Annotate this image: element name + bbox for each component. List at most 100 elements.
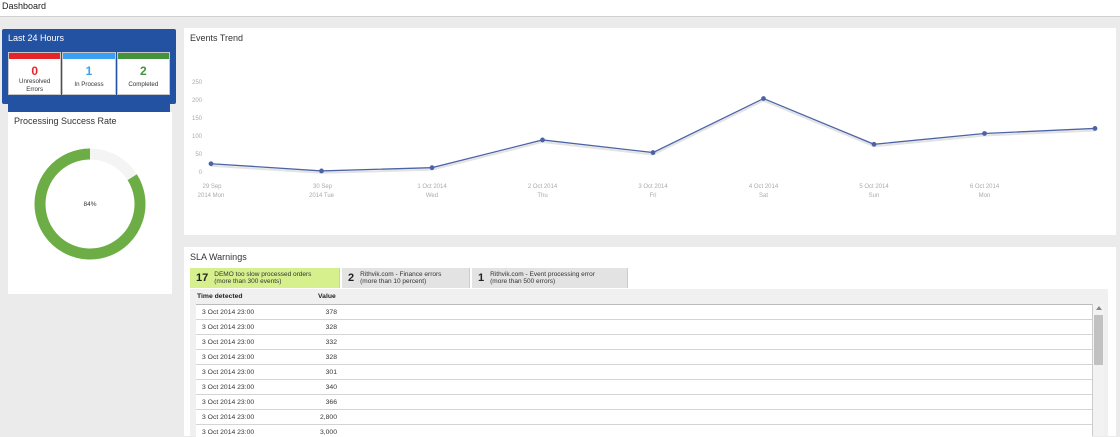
- sla-warnings-title: SLA Warnings: [190, 252, 247, 262]
- sla-tab-slow-orders[interactable]: 17 DEMO too slow processed orders (more …: [190, 268, 340, 288]
- data-point[interactable]: [429, 165, 435, 171]
- cell-value: 2,800: [319, 414, 337, 421]
- data-point[interactable]: [871, 141, 877, 147]
- sla-tab-line2: (more than 300 events): [214, 278, 282, 285]
- page-title: Dashboard: [2, 1, 47, 11]
- data-point[interactable]: [540, 137, 545, 143]
- x-tick-label: Wed: [426, 193, 438, 199]
- cell-value: 340: [325, 384, 337, 391]
- x-tick-label: 2 Oct 2014: [528, 184, 558, 190]
- y-tick-label: 100: [192, 134, 203, 140]
- sla-warnings-card: SLA Warnings 17 DEMO too slow processed …: [184, 247, 1116, 437]
- sla-tab-count: 1: [478, 272, 485, 284]
- x-tick-label: 5 Oct 2014: [859, 184, 889, 190]
- scroll-thumb[interactable]: [1094, 315, 1103, 365]
- cell-value: 332: [325, 339, 337, 346]
- table-row[interactable]: 3 Oct 2014 23:00 3,000: [196, 425, 1092, 437]
- stat-label: Unresolved Errors: [19, 78, 51, 93]
- y-tick-label: 250: [192, 80, 203, 86]
- top-bar: Dashboard: [0, 0, 1120, 17]
- sla-tab-finance-errors[interactable]: 2 Rithvik.com - Finance errors (more tha…: [342, 268, 470, 288]
- data-point[interactable]: [319, 168, 324, 174]
- events-trend-card: Events Trend 0 50 100 150 200 250 29 Sep 2014 M…: [184, 28, 1116, 235]
- data-point[interactable]: [1092, 126, 1098, 131]
- sla-tab-text: Rithvik.com - Finance errors (more than …: [360, 271, 441, 286]
- cell-time-detected: 3 Oct 2014 23:00: [202, 324, 255, 331]
- cell-value: 328: [325, 324, 337, 331]
- stat-unresolved-errors[interactable]: 0 Unresolved Errors: [8, 52, 62, 95]
- cell-time-detected: 3 Oct 2014 23:00: [202, 414, 255, 421]
- data-point[interactable]: [650, 150, 656, 155]
- x-tick-label: Sat: [759, 193, 768, 199]
- stat-value: 0: [31, 64, 38, 78]
- y-tick-label: 50: [195, 152, 202, 158]
- x-tick-label: 2014 Tue: [309, 193, 335, 199]
- table-header: Time detected Value: [190, 289, 1108, 303]
- cell-time-detected: 3 Oct 2014 23:00: [202, 369, 255, 376]
- sla-tab-line2: (more than 500 errors): [490, 278, 556, 285]
- table-row[interactable]: 3 Oct 2014 23:00 328: [196, 350, 1092, 365]
- stat-label: In Process: [74, 81, 104, 88]
- table-row[interactable]: 3 Oct 2014 23:00 301: [196, 365, 1092, 380]
- cell-value: 301: [325, 369, 337, 376]
- last-24-hours-card: Last 24 Hours 0 Unresolved Errors 1 In P…: [2, 29, 176, 126]
- stat-color-bar: [9, 53, 61, 59]
- table-row[interactable]: 3 Oct 2014 23:00 332: [196, 335, 1092, 350]
- series-line: [210, 97, 1096, 172]
- cell-time-detected: 3 Oct 2014 23:00: [202, 339, 255, 346]
- stat-in-process[interactable]: 1 In Process: [62, 52, 116, 95]
- cell-time-detected: 3 Oct 2014 23:00: [202, 399, 255, 406]
- success-rate-donut: 84%: [34, 148, 146, 260]
- x-tick-label: Fri: [650, 193, 657, 199]
- x-tick-label: Sun: [869, 193, 880, 199]
- column-header-value[interactable]: Value: [318, 293, 336, 300]
- stat-label: Completed: [128, 81, 159, 88]
- data-point[interactable]: [761, 96, 766, 101]
- cell-time-detected: 3 Oct 2014 23:00: [202, 309, 255, 316]
- data-point[interactable]: [208, 161, 214, 167]
- sla-tab-count: 17: [196, 272, 209, 284]
- y-tick-label: 150: [192, 116, 203, 122]
- cell-value: 378: [325, 309, 337, 316]
- sla-tab-event-processing-error[interactable]: 1 Rithvik.com - Event processing error (…: [472, 268, 628, 288]
- table-row[interactable]: 3 Oct 2014 23:00 2,800: [196, 410, 1092, 425]
- sla-tabs: 17 DEMO too slow processed orders (more …: [190, 268, 628, 288]
- cell-time-detected: 3 Oct 2014 23:00: [202, 429, 255, 436]
- x-tick-label: Thu: [537, 193, 547, 199]
- x-tick-label: 2014 Mon: [198, 193, 225, 199]
- sla-tab-line1: Rithvik.com - Event processing error: [490, 270, 595, 278]
- x-tick-label: 3 Oct 2014: [638, 184, 668, 190]
- cell-value: 366: [325, 399, 337, 406]
- stat-completed[interactable]: 2 Completed: [116, 52, 170, 95]
- table-row[interactable]: 3 Oct 2014 23:00 366: [196, 395, 1092, 410]
- processing-success-rate-card: Processing Success Rate 84%: [8, 112, 172, 294]
- column-header-time[interactable]: Time detected: [197, 293, 243, 300]
- sla-tab-line1: DEMO too slow processed orders: [214, 270, 312, 278]
- table-scrollbar[interactable]: [1092, 304, 1104, 436]
- stat-color-bar: [63, 53, 115, 59]
- sla-tab-line1: Rithvik.com - Finance errors: [360, 270, 442, 278]
- events-trend-chart: 0 50 100 150 200 250 29 Sep 2014 Mon 30 Sep 2014 …: [192, 80, 1098, 199]
- x-tick-label: 29 Sep: [202, 184, 222, 190]
- table-body: 3 Oct 2014 23:00 378 3 Oct 2014 23:00 328 3 …: [196, 304, 1092, 437]
- table-row[interactable]: 3 Oct 2014 23:00 378: [196, 305, 1092, 320]
- y-tick-label: 0: [199, 170, 203, 176]
- cell-time-detected: 3 Oct 2014 23:00: [202, 354, 255, 361]
- x-tick-label: Mon: [979, 193, 991, 199]
- success-rate-value: 84%: [83, 201, 96, 208]
- sla-tab-count: 2: [348, 272, 355, 284]
- sla-tab-line2: (more than 10 percent): [360, 278, 427, 285]
- sla-tab-text: Rithvik.com - Event processing error (mo…: [490, 271, 595, 286]
- stat-color-bar: [117, 53, 169, 59]
- cell-time-detected: 3 Oct 2014 23:00: [202, 384, 255, 391]
- sla-tab-text: DEMO too slow processed orders (more tha…: [214, 271, 311, 286]
- cell-value: 3,000: [319, 429, 337, 436]
- cell-value: 328: [325, 354, 337, 361]
- data-point[interactable]: [982, 131, 987, 136]
- x-tick-label: 30 Sep: [313, 184, 333, 190]
- stat-value: 1: [85, 64, 93, 78]
- table-row[interactable]: 3 Oct 2014 23:00 328: [196, 320, 1092, 335]
- scroll-up-icon[interactable]: [1096, 306, 1102, 310]
- table-row[interactable]: 3 Oct 2014 23:00 340: [196, 380, 1092, 395]
- y-tick-label: 200: [192, 98, 203, 104]
